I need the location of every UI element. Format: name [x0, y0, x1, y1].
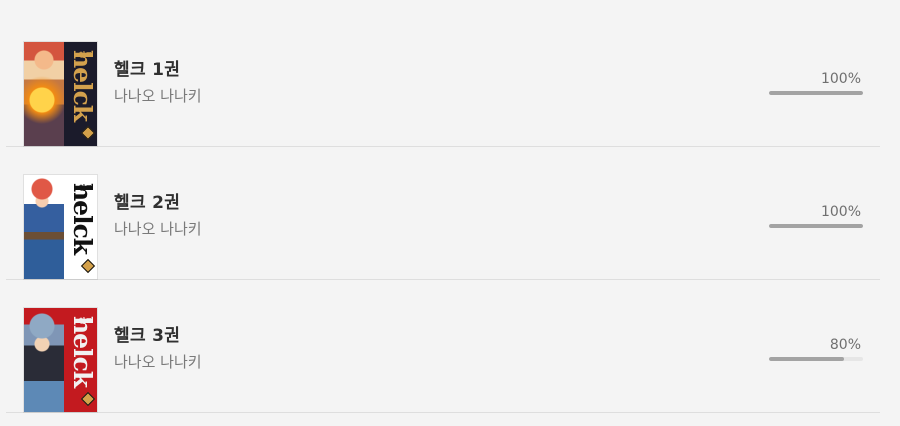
cover-korean-title: 헬크 [79, 184, 92, 192]
book-list: helck 헬크 헬크 1권 나나오 나나키 100% helck 헬크 헬크 … [0, 0, 900, 426]
progress-bar [769, 91, 863, 95]
cover-logo: helck [68, 316, 97, 388]
progress-fill [769, 224, 863, 228]
progress-percent: 100% [820, 71, 861, 87]
progress-bar [769, 224, 863, 228]
book-title: 헬크 3권 [114, 326, 181, 346]
book-cover[interactable]: helck 헬크 [24, 42, 97, 146]
book-title: 헬크 1권 [114, 60, 181, 80]
book-row-2[interactable]: helck 헬크 헬크 2권 나나오 나나키 100% [6, 147, 880, 280]
progress-percent: 80% [829, 337, 861, 353]
progress-fill [769, 357, 845, 361]
reading-progress: 80% [769, 337, 863, 361]
book-info: 헬크 3권 나나오 나나키 [114, 325, 202, 372]
progress-bar [769, 357, 863, 361]
book-cover[interactable]: helck 헬크 [24, 308, 97, 412]
cover-korean-title: 헬크 [79, 317, 92, 325]
cover-illustration [24, 308, 64, 412]
cover-illustration [24, 175, 64, 279]
book-cover[interactable]: helck 헬크 [24, 175, 97, 279]
cover-korean-title: 헬크 [79, 51, 92, 59]
cover-logo: helck [68, 50, 97, 122]
progress-fill [769, 91, 863, 95]
book-info: 헬크 1권 나나오 나나키 [114, 59, 202, 106]
book-author: 나나오 나나키 [114, 220, 202, 238]
book-info: 헬크 2권 나나오 나나키 [114, 192, 202, 239]
reading-progress: 100% [769, 71, 863, 95]
book-author: 나나오 나나키 [114, 87, 202, 105]
progress-percent: 100% [820, 204, 861, 220]
book-title: 헬크 2권 [114, 193, 181, 213]
book-row-1[interactable]: helck 헬크 헬크 1권 나나오 나나키 100% [6, 14, 880, 147]
cover-logo: helck [68, 183, 97, 255]
reading-progress: 100% [769, 204, 863, 228]
cover-illustration [24, 42, 64, 146]
book-author: 나나오 나나키 [114, 353, 202, 371]
book-row-3[interactable]: helck 헬크 헬크 3권 나나오 나나키 80% [6, 280, 880, 413]
